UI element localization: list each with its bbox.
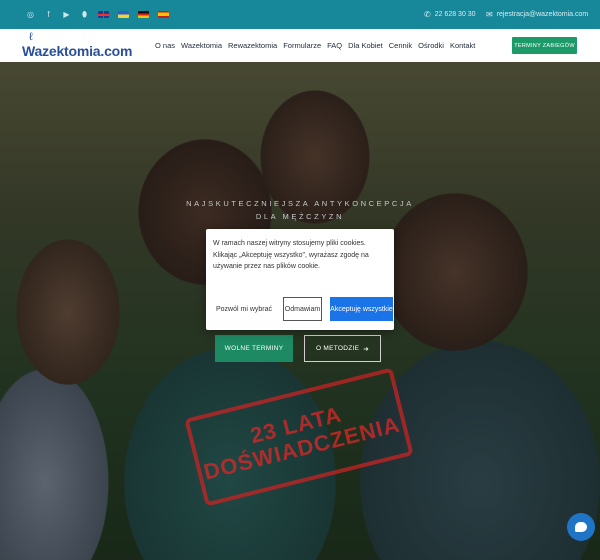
language-flag-de[interactable] [138,11,149,18]
nav-item-faq[interactable]: FAQ [327,41,342,50]
main-navbar: ℓ Wazektomia.com O nas Wazektomia Rewaze… [0,29,600,62]
email-icon: ✉ [486,10,493,19]
phone-contact[interactable]: ✆ 22 628 30 30 [424,0,476,29]
appointments-button[interactable]: TERMINY ZABIEGÓW [512,37,577,54]
top-contact-bar: ◎ f ▶ ⬮ ✆ 22 628 30 30 ✉ rejestracja@waz… [0,0,600,29]
free-dates-button[interactable]: WOLNE TERMINY [215,335,293,362]
language-flag-es[interactable] [158,11,169,18]
nav-item-osrodki[interactable]: Ośrodki [418,41,444,50]
nav-item-cennik[interactable]: Cennik [389,41,412,50]
social-links: ◎ f ▶ ⬮ [26,10,89,19]
hero-tagline: NAJSKUTECZNIEJSZA ANTYKONCEPCJA DLA MĘŻC… [186,199,414,221]
nav-item-dla-kobiet[interactable]: Dla Kobiet [348,41,383,50]
nav-item-o-nas[interactable]: O nas [155,41,175,50]
logo-text: Wazektomia.com [22,43,133,59]
instagram-icon[interactable]: ◎ [26,10,35,19]
nav-item-wazektomia[interactable]: Wazektomia [181,41,222,50]
email-address: rejestracja@wazektomia.com [496,11,589,18]
cookie-message: W ramach naszej witryny stosujemy pliki … [213,240,369,270]
about-method-button[interactable]: O METODZIE ➔ [304,335,381,362]
chat-widget-button[interactable] [567,513,595,541]
cookie-accept-all-button[interactable]: Akceptuję wszystkie [330,297,393,321]
cookie-preferences-button[interactable]: Pozwól mi wybrać [213,297,275,321]
nav-menu: O nas Wazektomia Rewazektomia Formularze… [155,29,475,62]
phone-number: 22 628 30 30 [434,11,476,18]
site-logo[interactable]: ℓ Wazektomia.com [22,31,133,59]
logo-swirl-icon: ℓ [29,31,33,43]
language-flag-uk[interactable] [118,11,129,18]
phone-icon: ✆ [424,10,431,19]
nav-item-rewazektomia[interactable]: Rewazektomia [228,41,277,50]
language-flag-en[interactable] [98,11,109,18]
nav-item-formularze[interactable]: Formularze [283,41,321,50]
cookie-buttons: Pozwól mi wybrać Odmawiam Akceptuję wszy… [213,297,393,321]
about-method-label: O METODZIE [315,345,360,352]
nav-item-kontakt[interactable]: Kontakt [450,41,475,50]
location-pin-icon[interactable]: ⬮ [80,10,89,19]
cookie-reject-button[interactable]: Odmawiam [283,297,322,321]
cookie-consent-dialog: W ramach naszej witryny stosujemy pliki … [206,229,394,330]
facebook-icon[interactable]: f [44,10,53,19]
chat-bubble-icon [575,522,587,532]
arrow-right-icon: ➔ [363,345,370,353]
youtube-icon[interactable]: ▶ [62,10,71,19]
email-contact[interactable]: ✉ rejestracja@wazektomia.com [486,0,588,29]
